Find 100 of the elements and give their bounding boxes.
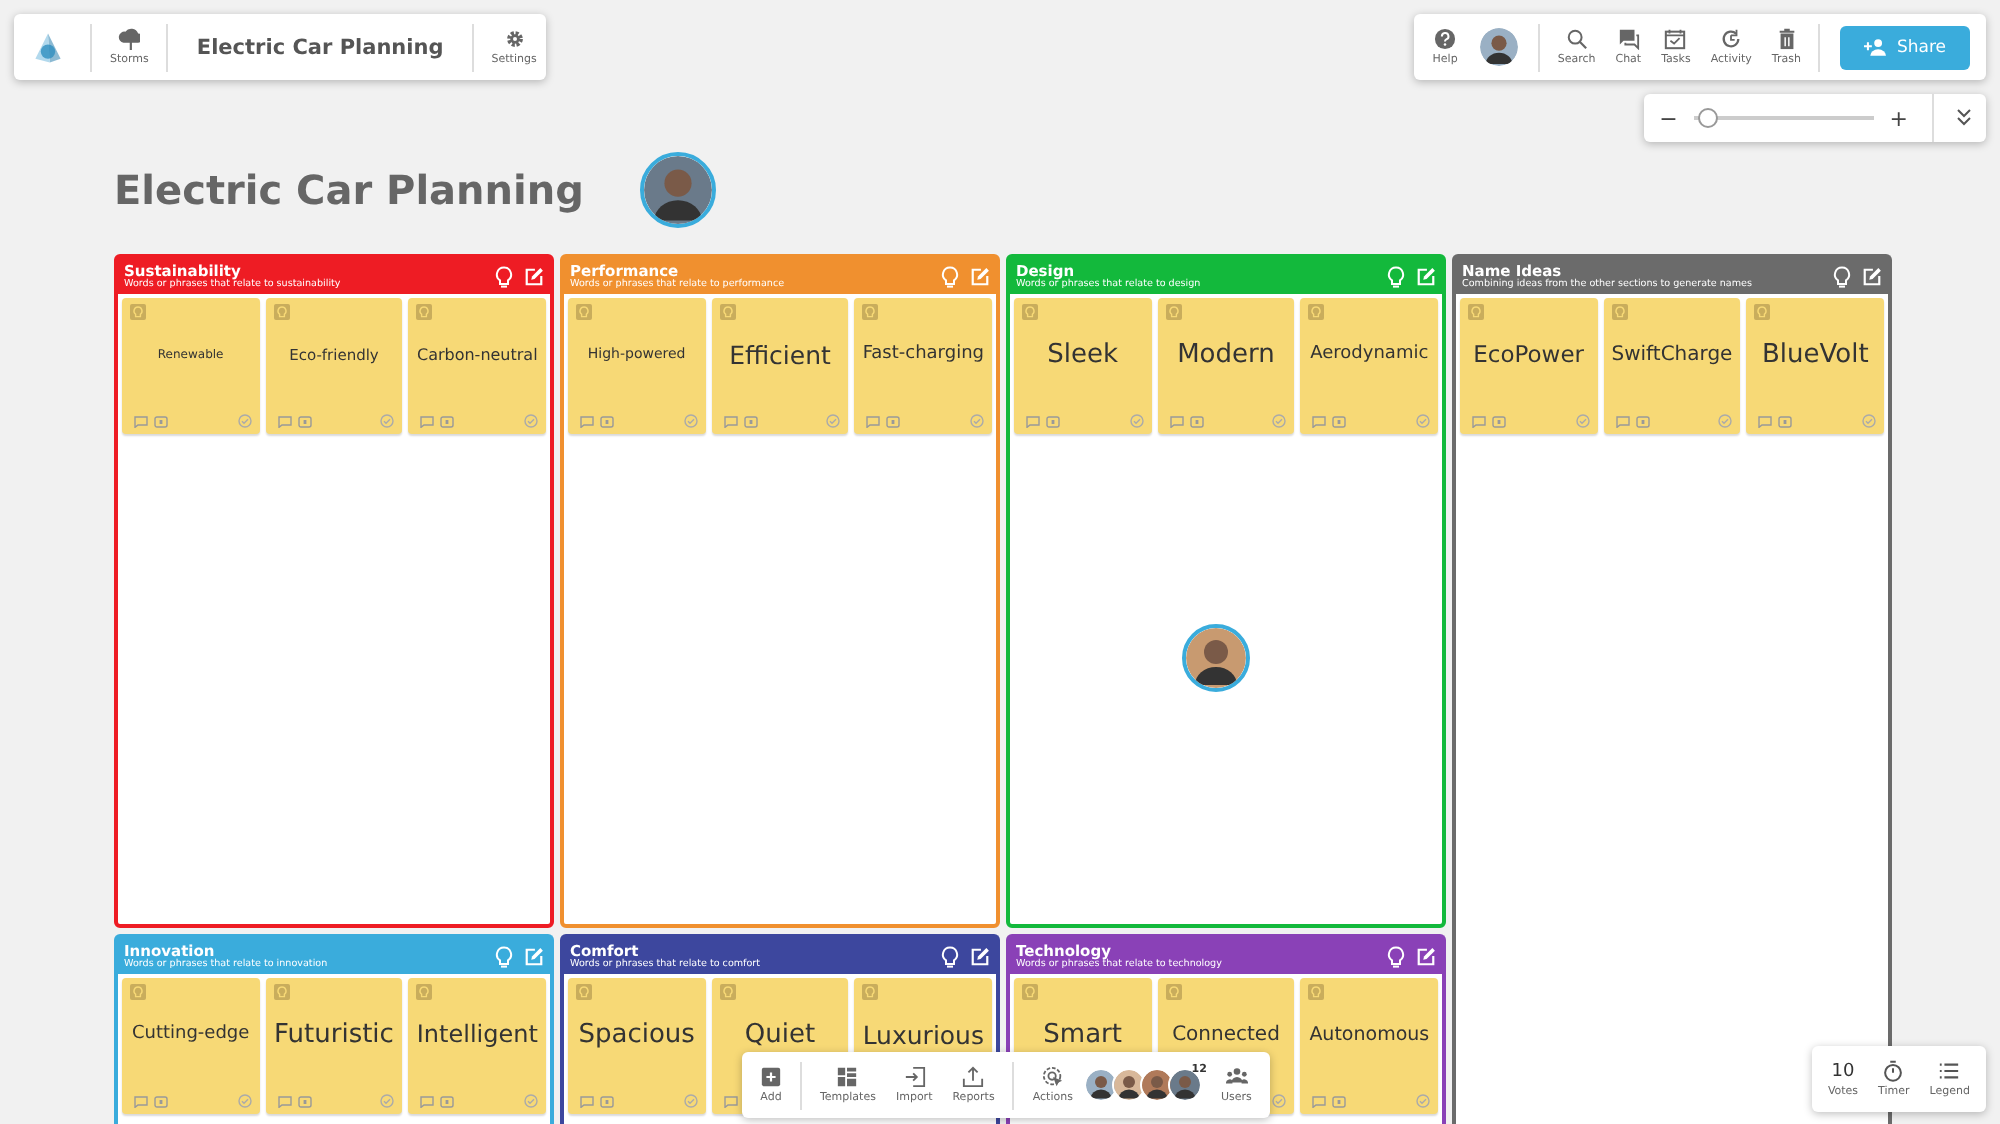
comment-icon[interactable]: [1169, 416, 1184, 428]
comment-icon[interactable]: [420, 416, 435, 428]
note-text: Luxurious: [862, 1019, 984, 1049]
note-text: Intelligent: [416, 1020, 538, 1048]
sticky-note[interactable]: Sleek: [1014, 298, 1152, 434]
attachment-icon[interactable]: [1635, 416, 1650, 428]
comment-icon[interactable]: [580, 416, 594, 428]
note-text: Autonomous: [1309, 1023, 1430, 1045]
check-icon[interactable]: [1272, 414, 1287, 428]
comment-icon[interactable]: [1026, 416, 1040, 428]
attachment-icon[interactable]: [154, 1096, 168, 1108]
comment-icon[interactable]: [277, 416, 292, 428]
zoom-out-button[interactable]: −: [1655, 105, 1682, 131]
comment-icon[interactable]: [1615, 416, 1630, 428]
search-icon: [1565, 28, 1588, 50]
timer-icon: [1882, 1060, 1905, 1082]
trash-icon: [1775, 28, 1798, 50]
sticky-note[interactable]: Spacious: [568, 978, 706, 1114]
check-icon[interactable]: [523, 414, 538, 428]
edit-icon[interactable]: [524, 265, 544, 287]
avatar: [1479, 28, 1518, 66]
note-text: Smart: [1043, 1019, 1122, 1049]
check-icon[interactable]: [380, 414, 395, 428]
comment-icon[interactable]: [723, 416, 738, 428]
avatar: [1182, 624, 1250, 692]
attachment-icon[interactable]: [1778, 416, 1793, 428]
users-icon: [1225, 1066, 1248, 1088]
comment-icon[interactable]: [1312, 416, 1327, 428]
comment-icon[interactable]: [277, 1096, 292, 1108]
check-icon[interactable]: [1415, 1094, 1430, 1108]
note-text: Connected: [1172, 1023, 1280, 1045]
note-text: Modern: [1177, 339, 1275, 369]
chat-icon: [1617, 28, 1640, 50]
check-icon[interactable]: [523, 1094, 538, 1108]
comment-icon[interactable]: [866, 416, 881, 428]
check-icon[interactable]: [1272, 1094, 1287, 1108]
reports-icon: [962, 1066, 985, 1088]
attachment-icon[interactable]: [600, 416, 614, 428]
check-icon[interactable]: [1129, 414, 1144, 428]
edit-icon[interactable]: [1416, 945, 1436, 967]
check-icon[interactable]: [1575, 414, 1590, 428]
sticky-note[interactable]: Modern: [1157, 298, 1295, 434]
check-icon[interactable]: [1861, 414, 1876, 428]
sticky-note[interactable]: SwiftCharge: [1603, 298, 1741, 434]
attachment-icon[interactable]: [440, 416, 455, 428]
help-icon: [1434, 28, 1457, 50]
sticky-note[interactable]: Carbon-neutral: [408, 298, 546, 434]
note-text: Efficient: [729, 339, 831, 369]
attachment-icon[interactable]: [297, 1096, 312, 1108]
attachment-icon[interactable]: [1046, 416, 1060, 428]
check-icon[interactable]: [380, 1094, 395, 1108]
check-icon[interactable]: [1718, 414, 1733, 428]
edit-icon[interactable]: [970, 945, 990, 967]
board-title: Electric Car Planning: [114, 166, 584, 214]
check-icon[interactable]: [237, 1094, 252, 1108]
attachment-icon[interactable]: [1332, 1096, 1347, 1108]
attachment-icon[interactable]: [1332, 416, 1347, 428]
note-text: Sleek: [1047, 339, 1119, 369]
attachment-icon[interactable]: [886, 416, 901, 428]
logo-icon[interactable]: [30, 29, 66, 65]
note-text: Spacious: [578, 1019, 695, 1049]
sticky-note[interactable]: Fast-charging: [854, 298, 992, 434]
chevron-icon[interactable]: [1954, 108, 1974, 128]
check-icon[interactable]: [826, 414, 841, 428]
sticky-note[interactable]: Futuristic: [265, 978, 403, 1114]
attachment-icon[interactable]: [440, 1096, 455, 1108]
sticky-note[interactable]: Autonomous: [1300, 978, 1438, 1114]
sticky-note[interactable]: EcoPower: [1460, 298, 1598, 434]
comment-icon[interactable]: [134, 416, 148, 428]
sticky-note[interactable]: Aerodynamic: [1300, 298, 1438, 434]
slider-thumb[interactable]: [1698, 108, 1719, 128]
add-icon: [760, 1066, 782, 1088]
check-icon[interactable]: [969, 414, 984, 428]
templates-icon: [836, 1066, 859, 1088]
check-icon[interactable]: [683, 1094, 698, 1108]
comment-icon[interactable]: [420, 1096, 435, 1108]
comment-icon[interactable]: [723, 1096, 738, 1108]
check-icon[interactable]: [683, 414, 698, 428]
comment-icon[interactable]: [1312, 1096, 1327, 1108]
comment-icon[interactable]: [134, 1096, 148, 1108]
attachment-icon[interactable]: [1492, 416, 1506, 428]
comment-icon[interactable]: [1758, 416, 1773, 428]
edit-icon[interactable]: [1862, 265, 1882, 287]
sticky-note[interactable]: Efficient: [711, 298, 849, 434]
attachment-icon[interactable]: [154, 416, 168, 428]
attachment-icon[interactable]: [297, 416, 312, 428]
comment-icon[interactable]: [1472, 416, 1486, 428]
check-icon[interactable]: [1415, 414, 1430, 428]
attachment-icon[interactable]: [1189, 416, 1204, 428]
note-text: Fast-charging: [862, 344, 984, 364]
comment-icon[interactable]: [580, 1096, 594, 1108]
note-text: Aerodynamic: [1310, 344, 1429, 364]
sticky-note[interactable]: Intelligent: [408, 978, 546, 1114]
sticky-note[interactable]: Cutting-edge: [122, 978, 260, 1114]
zoom-in-button[interactable]: +: [1885, 105, 1912, 131]
storm-icon: [118, 28, 141, 50]
attachment-icon[interactable]: [743, 416, 758, 428]
attachment-icon[interactable]: [600, 1096, 614, 1108]
check-icon[interactable]: [237, 414, 252, 428]
sticky-note[interactable]: BlueVolt: [1746, 298, 1884, 434]
